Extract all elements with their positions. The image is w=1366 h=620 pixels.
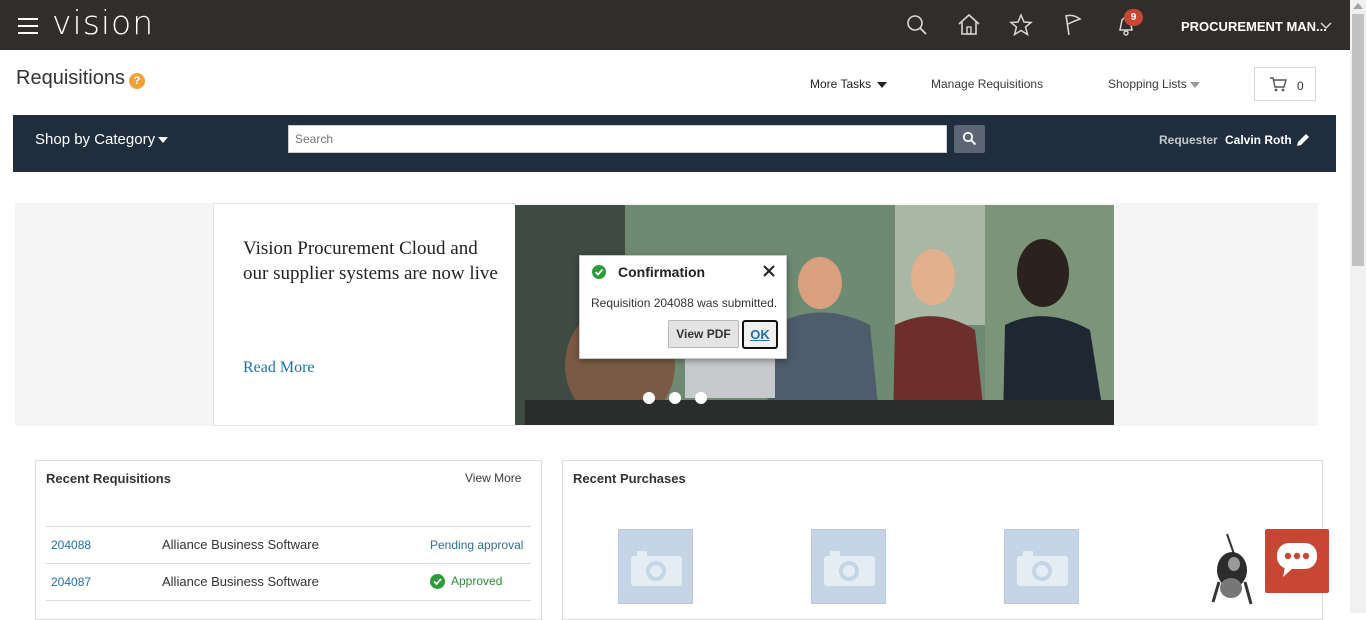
- row-divider: [46, 563, 531, 564]
- success-check-icon: [592, 265, 606, 279]
- user-menu[interactable]: PROCUREMENT MAN...: [1181, 19, 1327, 34]
- home-icon[interactable]: [956, 12, 982, 38]
- page-title: Requisitions: [16, 67, 125, 89]
- carousel-dot-3[interactable]: [695, 392, 707, 404]
- row-divider: [46, 600, 531, 601]
- status-approved: Approved: [451, 574, 503, 588]
- help-icon[interactable]: ?: [129, 73, 145, 89]
- camera-icon: [824, 551, 875, 586]
- carousel-dot-1[interactable]: [643, 392, 655, 404]
- scroll-up-arrow-icon[interactable]: [1353, 3, 1363, 9]
- banner-headline: Vision Procurement Cloud and our supplie…: [243, 238, 498, 284]
- status-pending-link[interactable]: Pending approval: [430, 538, 523, 552]
- camera-icon: [631, 551, 682, 586]
- cart-button[interactable]: 0: [1254, 67, 1316, 101]
- search-icon[interactable]: [904, 12, 930, 38]
- search-input[interactable]: [288, 125, 947, 153]
- notification-count-badge: 9: [1124, 9, 1143, 26]
- shop-by-category-menu[interactable]: Shop by Category: [35, 131, 169, 148]
- caret-down-icon: [877, 81, 888, 88]
- dialog-message: Requisition 204088 was submitted.: [591, 296, 778, 310]
- chevron-down-icon[interactable]: [1320, 19, 1332, 31]
- confirmation-dialog: Confirmation Requisition 204088 was subm…: [579, 255, 787, 359]
- caret-down-icon: [1189, 81, 1200, 88]
- dialog-title: Confirmation: [618, 264, 706, 280]
- hamburger-menu-icon[interactable]: [18, 18, 38, 34]
- cart-icon: [1270, 77, 1287, 92]
- scrollbar-thumb[interactable]: [1352, 14, 1364, 266]
- approved-check-icon: [430, 574, 445, 589]
- more-tasks-label: More Tasks: [810, 77, 872, 91]
- chat-button[interactable]: [1265, 529, 1329, 593]
- flag-icon[interactable]: [1060, 12, 1086, 38]
- product-image-placeholder[interactable]: [618, 529, 693, 604]
- search-icon: [962, 131, 977, 146]
- cart-count: 0: [1297, 79, 1304, 93]
- shopping-lists-label: Shopping Lists: [1108, 77, 1187, 91]
- shop-by-category-label: Shop by Category: [35, 131, 156, 148]
- row-divider: [46, 526, 531, 527]
- view-more-link[interactable]: View More: [465, 471, 521, 485]
- manage-requisitions-link[interactable]: Manage Requisitions: [931, 77, 1043, 91]
- camera-icon: [1017, 551, 1068, 586]
- search-button[interactable]: [954, 125, 985, 153]
- close-icon[interactable]: [762, 264, 776, 278]
- pencil-icon[interactable]: [1294, 131, 1312, 149]
- requester-name: Calvin Roth: [1225, 133, 1292, 147]
- recent-requisitions-title: Recent Requisitions: [46, 471, 171, 486]
- more-tasks-menu[interactable]: More Tasks: [810, 77, 888, 91]
- recent-purchases-title: Recent Purchases: [573, 471, 686, 486]
- star-icon[interactable]: [1008, 12, 1034, 38]
- view-pdf-button[interactable]: View PDF: [668, 320, 739, 348]
- requisition-supplier: Alliance Business Software: [162, 574, 319, 589]
- requisition-number-link[interactable]: 204087: [51, 575, 91, 589]
- read-more-link[interactable]: Read More: [243, 359, 315, 377]
- app-logo[interactable]: vision: [52, 3, 154, 42]
- caret-down-icon: [158, 137, 169, 144]
- assistant-mascot-icon: [1211, 533, 1253, 605]
- product-image-placeholder[interactable]: [1004, 529, 1079, 604]
- requisition-supplier: Alliance Business Software: [162, 537, 319, 552]
- shop-bar: Shop by Category Requester Calvin Roth: [13, 115, 1336, 172]
- carousel-dot-2[interactable]: [669, 392, 681, 404]
- requester-label: Requester: [1159, 133, 1218, 147]
- product-image-placeholder[interactable]: [811, 529, 886, 604]
- shopping-lists-menu[interactable]: Shopping Lists: [1108, 77, 1200, 91]
- ok-button[interactable]: OK: [742, 320, 778, 349]
- requisition-number-link[interactable]: 204088: [51, 538, 91, 552]
- global-header: [0, 0, 1350, 50]
- chat-icon: [1277, 543, 1317, 577]
